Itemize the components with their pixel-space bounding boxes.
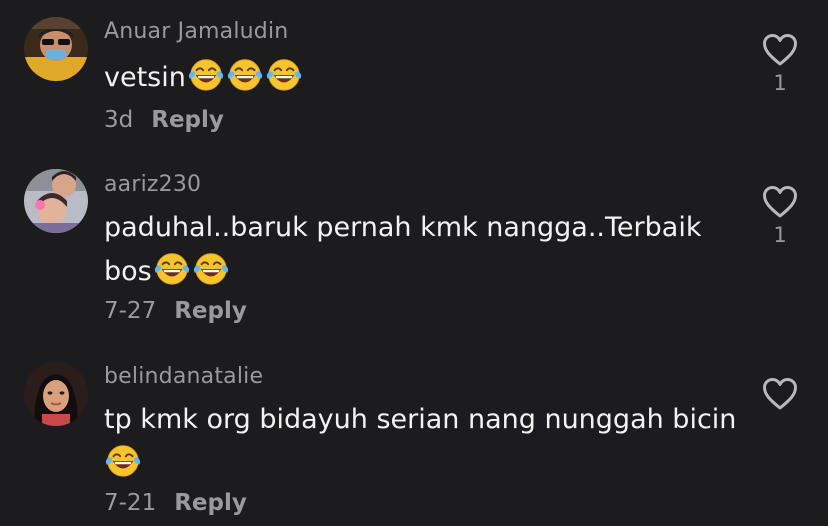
- comment-text: vetsin: [104, 55, 744, 99]
- face-with-tears-of-joy-emoji: [153, 249, 191, 287]
- avatar-child-selfie-image: [24, 169, 88, 233]
- heart-outline-icon[interactable]: [762, 33, 798, 67]
- avatar-man-with-sunglasses-image: [24, 17, 88, 81]
- comment-username[interactable]: Anuar Jamaludin: [104, 19, 288, 44]
- comment-timestamp: 3d: [104, 107, 134, 133]
- heart-outline-icon[interactable]: [762, 185, 798, 219]
- face-with-tears-of-joy-emoji: [104, 441, 142, 479]
- comment-text: paduhal..baruk pernah kmk nangga..Terbai…: [104, 207, 744, 293]
- reply-button[interactable]: Reply: [174, 490, 247, 516]
- comment-text: tp kmk org bidayuh serian nang nunggah b…: [104, 399, 744, 485]
- avatar[interactable]: [24, 17, 88, 81]
- like-count: 1: [773, 71, 787, 95]
- comment-text-content: bos: [104, 256, 152, 287]
- comment-username[interactable]: belindanatalie: [104, 364, 263, 389]
- comment-meta: 3d Reply: [104, 107, 224, 133]
- comment-timestamp: 7-27: [104, 298, 157, 324]
- comment-meta: 7-27 Reply: [104, 298, 247, 324]
- reply-button[interactable]: Reply: [174, 298, 247, 324]
- face-with-tears-of-joy-emoji: [187, 55, 225, 93]
- comments-list: Anuar Jamaludin vetsin 3d Reply 1 aariz23…: [0, 0, 828, 526]
- comment-text-line: paduhal..baruk pernah kmk nangga..Terbai…: [104, 212, 702, 243]
- comment-timestamp: 7-21: [104, 490, 157, 516]
- comment-text-line: tp kmk org bidayuh serian nang nunggah b…: [104, 404, 737, 435]
- comment-item: Anuar Jamaludin vetsin 3d Reply 1: [0, 0, 828, 150]
- avatar[interactable]: [24, 169, 88, 233]
- reply-button[interactable]: Reply: [151, 107, 224, 133]
- comment-text-line: bos: [104, 249, 744, 293]
- comment-username[interactable]: aariz230: [104, 172, 201, 197]
- comment-meta: 7-21 Reply: [104, 490, 247, 516]
- avatar-woman-portrait-image: [24, 362, 88, 426]
- like-count: 1: [773, 223, 787, 247]
- avatar[interactable]: [24, 362, 88, 426]
- comment-text-content: vetsin: [104, 62, 186, 93]
- heart-outline-icon[interactable]: [762, 377, 798, 411]
- face-with-tears-of-joy-emoji: [226, 55, 264, 93]
- face-with-tears-of-joy-emoji: [265, 55, 303, 93]
- comment-item: aariz230 paduhal..baruk pernah kmk nangg…: [0, 150, 828, 340]
- comment-text-line: [104, 441, 744, 485]
- face-with-tears-of-joy-emoji: [192, 249, 230, 287]
- comment-item: belindanatalie tp kmk org bidayuh serian…: [0, 340, 828, 526]
